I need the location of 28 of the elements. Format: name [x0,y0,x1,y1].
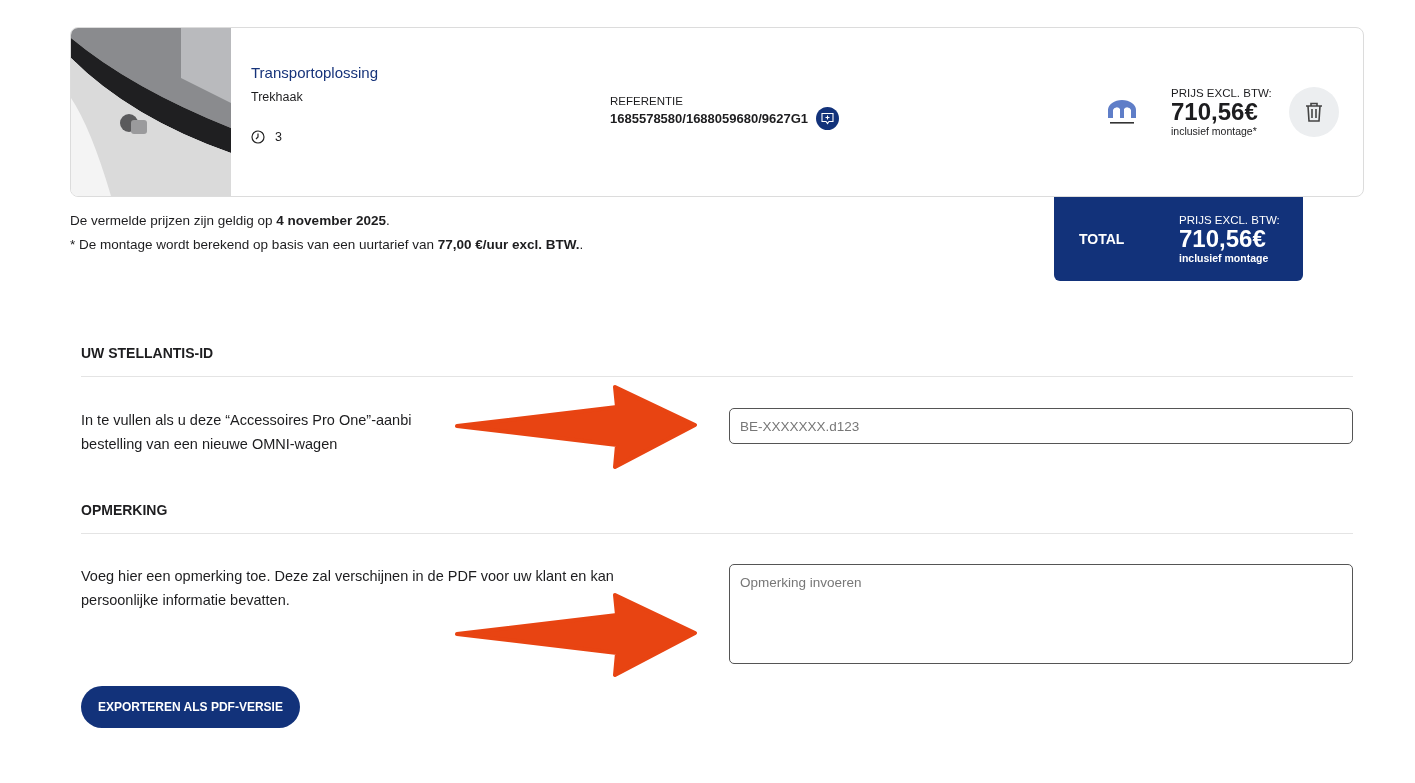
clock-icon [251,130,265,144]
duration-value: 3 [275,130,282,144]
reference-number: 1685578580/1688059680/9627G1 [610,110,809,126]
reference-label: REFERENTIE [610,94,684,107]
product-subtitle: Trekhaak [251,90,304,104]
price-note-text: De vermelde prijzen zijn geldig op 4 november 2025. [70,213,391,228]
trash-icon [1305,102,1323,122]
section-heading: OPMERKING [81,486,1353,534]
delete-button[interactable] [1289,87,1339,137]
description-text: bestelling van een nieuwe OMNI-wagen [81,435,339,454]
input-field[interactable]: BE-XXXXXXX.d123 [729,408,1353,444]
total-price-note: inclusief montage [1179,252,1270,265]
price-note: inclusief montage* [1171,125,1258,138]
add-comment-icon[interactable] [816,106,840,130]
product-title: Transportoplossing [251,64,379,81]
section-heading: UW STELLANTIS-ID [81,329,1353,377]
total-price: 710,56€ [1179,225,1267,253]
price-note-text: * De montage wordt berekend op basis van een uurtarief van 77,00 €/uur excl. BTW.. [70,237,584,252]
brand-logo [1105,98,1139,126]
total-price-label: PRIJS EXCL. BTW: [1179,213,1281,226]
comment-field[interactable]: Opmerking invoeren [729,564,1353,664]
description-text: Voeg hier een opmerking toe. Deze zal verschijnen in de PDF voor uw klant en kan [81,567,614,586]
price-value: 710,56€ [1171,98,1259,126]
description-text: persoonlijke informatie bevatten. [81,591,291,610]
total-label: TOTAL [1079,231,1126,247]
price-label: PRIJS EXCL. BTW: [1171,86,1273,99]
export-button[interactable]: EXPORTEREN ALS PDF-VERSIE [81,686,300,728]
description-text: In te vullen als u deze “Accessoires Pro One”-aanbi [81,411,412,430]
